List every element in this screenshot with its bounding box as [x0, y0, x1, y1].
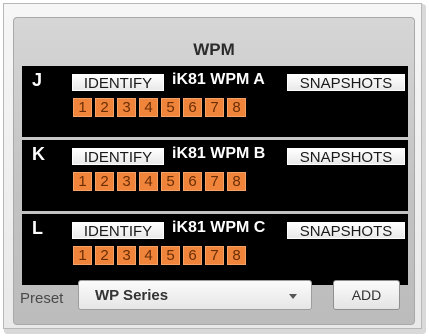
- channel-1-button[interactable]: 1: [73, 246, 92, 265]
- snapshots-button[interactable]: SNAPSHOTS: [287, 222, 405, 240]
- preset-dropdown[interactable]: WP Series: [78, 280, 312, 310]
- device-name: iK81 WPM A: [172, 71, 265, 88]
- identify-button[interactable]: IDENTIFY: [72, 222, 164, 240]
- add-button[interactable]: ADD: [333, 280, 400, 310]
- wpm-window: WPM J IDENTIFY iK81 WPM A SNAPSHOTS 1 2 …: [0, 0, 429, 336]
- device-row-j: J IDENTIFY iK81 WPM A SNAPSHOTS 1 2 3 4 …: [22, 66, 408, 137]
- channel-6-button[interactable]: 6: [183, 172, 202, 191]
- panel-title: WPM: [193, 40, 235, 59]
- channel-4-button[interactable]: 4: [139, 246, 158, 265]
- device-name: iK81 WPM C: [172, 219, 266, 236]
- channel-2-button[interactable]: 2: [95, 98, 114, 117]
- device-row-l: L IDENTIFY iK81 WPM C SNAPSHOTS 1 2 3 4 …: [22, 214, 408, 285]
- channel-5-button[interactable]: 5: [161, 98, 180, 117]
- identify-button[interactable]: IDENTIFY: [72, 74, 164, 92]
- snapshots-button[interactable]: SNAPSHOTS: [287, 74, 405, 92]
- channel-6-button[interactable]: 6: [183, 98, 202, 117]
- channel-7-button[interactable]: 7: [205, 246, 224, 265]
- channel-2-button[interactable]: 2: [95, 246, 114, 265]
- channel-3-button[interactable]: 3: [117, 246, 136, 265]
- channel-1-button[interactable]: 1: [73, 98, 92, 117]
- device-row-k: K IDENTIFY iK81 WPM B SNAPSHOTS 1 2 3 4 …: [22, 140, 408, 211]
- channel-2-button[interactable]: 2: [95, 172, 114, 191]
- channel-4-button[interactable]: 4: [139, 172, 158, 191]
- channel-5-button[interactable]: 5: [161, 172, 180, 191]
- channel-1-button[interactable]: 1: [73, 172, 92, 191]
- channel-4-button[interactable]: 4: [139, 98, 158, 117]
- channel-3-button[interactable]: 3: [117, 98, 136, 117]
- identify-button[interactable]: IDENTIFY: [72, 148, 164, 166]
- channel-8-button[interactable]: 8: [227, 98, 246, 117]
- preset-selected-value: WP Series: [95, 287, 169, 304]
- device-letter: J: [32, 70, 43, 90]
- channel-8-button[interactable]: 8: [227, 172, 246, 191]
- preset-label: Preset: [20, 290, 64, 307]
- wpm-frame: WPM J IDENTIFY iK81 WPM A SNAPSHOTS 1 2 …: [13, 17, 415, 325]
- channel-7-button[interactable]: 7: [205, 98, 224, 117]
- channel-3-button[interactable]: 3: [117, 172, 136, 191]
- snapshots-button[interactable]: SNAPSHOTS: [287, 148, 405, 166]
- device-name: iK81 WPM B: [172, 145, 266, 162]
- device-letter: K: [32, 144, 45, 164]
- chevron-down-icon: [289, 294, 297, 299]
- channel-7-button[interactable]: 7: [205, 172, 224, 191]
- channel-5-button[interactable]: 5: [161, 246, 180, 265]
- channel-6-button[interactable]: 6: [183, 246, 202, 265]
- channel-8-button[interactable]: 8: [227, 246, 246, 265]
- device-letter: L: [32, 218, 43, 238]
